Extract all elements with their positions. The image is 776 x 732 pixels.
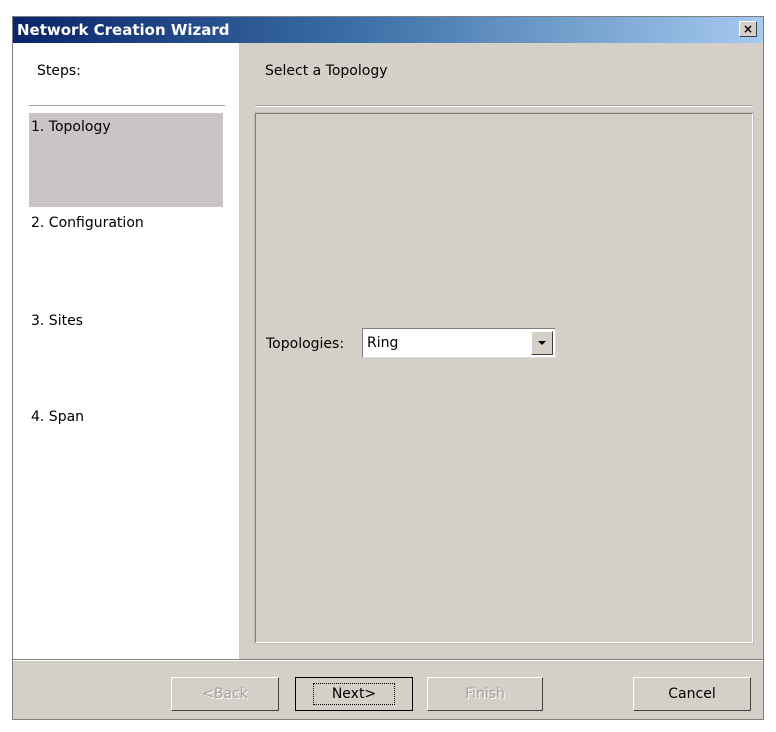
title-bar[interactable]: Network Creation Wizard × — [13, 17, 763, 43]
button-bar-separator — [13, 659, 763, 661]
steps-panel: Steps: 1. Topology 2. Configuration 3. S… — [13, 43, 239, 659]
content-divider — [255, 105, 753, 107]
step-topology[interactable]: 1. Topology — [29, 113, 223, 207]
content-header: Select a Topology — [265, 63, 388, 79]
step-sites[interactable]: 3. Sites — [29, 307, 223, 401]
step-configuration[interactable]: 2. Configuration — [29, 209, 223, 303]
topologies-select[interactable]: Ring — [362, 328, 556, 358]
topologies-label: Topologies: — [266, 336, 345, 352]
steps-header: Steps: — [37, 63, 81, 79]
topology-group: Topologies: Ring — [254, 112, 754, 644]
window-title: Network Creation Wizard — [17, 21, 230, 39]
close-button[interactable]: × — [739, 21, 757, 37]
back-button[interactable]: <Back — [171, 677, 279, 711]
cancel-button[interactable]: Cancel — [633, 677, 751, 711]
wizard-window: Network Creation Wizard × Steps: 1. Topo… — [12, 16, 764, 720]
close-icon: × — [742, 22, 754, 36]
topologies-dropdown-button[interactable] — [531, 331, 553, 355]
chevron-down-icon — [538, 341, 546, 345]
steps-divider — [29, 105, 225, 106]
next-button[interactable]: Next> — [295, 677, 413, 711]
next-button-label: Next> — [312, 683, 396, 705]
topologies-select-value: Ring — [367, 335, 399, 351]
finish-button[interactable]: Finish — [427, 677, 543, 711]
step-span[interactable]: 4. Span — [29, 403, 223, 497]
